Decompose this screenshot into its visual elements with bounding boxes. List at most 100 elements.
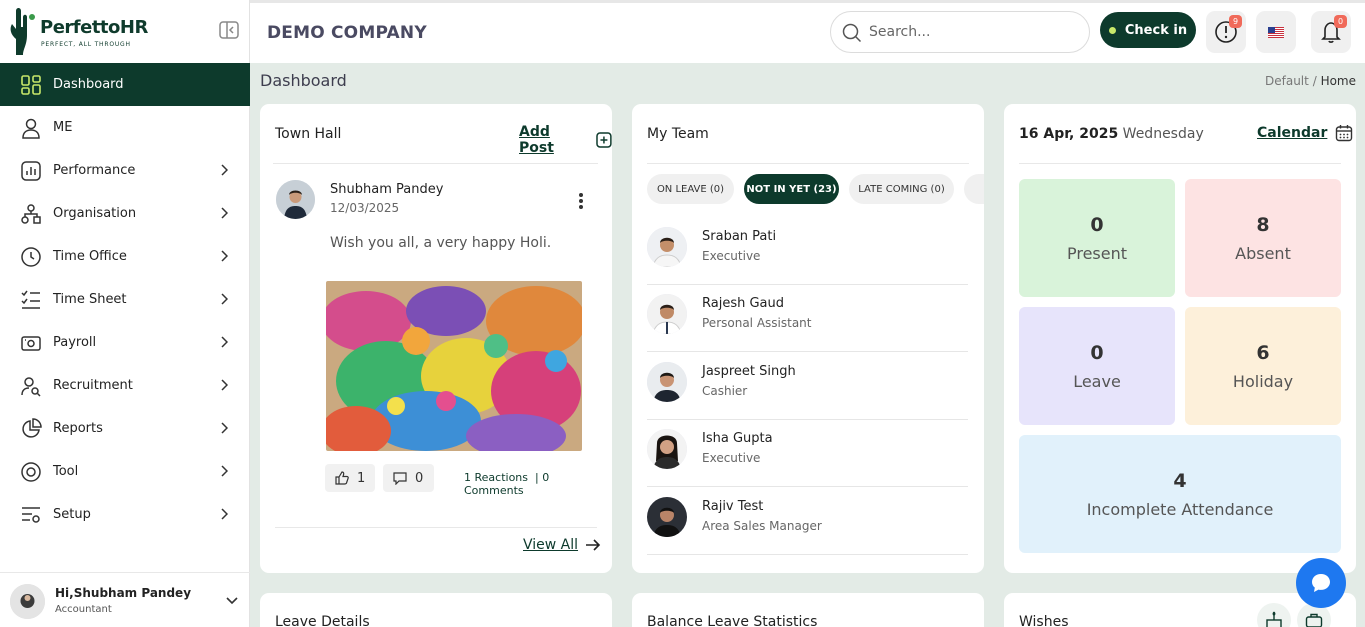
view-all-posts-link[interactable]: View All	[523, 537, 601, 553]
sidebar-collapse-button[interactable]	[219, 21, 239, 39]
team-member[interactable]: Jaspreet Singh Cashier	[647, 353, 968, 420]
tab-more[interactable]	[964, 174, 984, 204]
post-author-name[interactable]: Shubham Pandey	[330, 182, 443, 197]
user-role: Accountant	[55, 604, 112, 615]
member-name: Rajesh Gaud	[702, 296, 784, 311]
leave-label: Leave	[1073, 371, 1121, 391]
cake-icon	[1266, 611, 1282, 627]
absent-tile[interactable]: 8 Absent	[1185, 179, 1341, 297]
breadcrumb-root[interactable]: Default	[1265, 74, 1309, 88]
sidebar-item-label: Organisation	[53, 206, 137, 221]
calendar-link[interactable]: Calendar	[1257, 124, 1353, 142]
top-header: DEMO COMPANY Check in 9 0	[250, 0, 1365, 63]
card-title: Wishes	[1019, 614, 1069, 627]
recruit-icon	[20, 375, 42, 397]
sidebar-item-label: Time Sheet	[53, 292, 127, 307]
absent-count: 8	[1256, 213, 1270, 236]
member-name: Isha Gupta	[702, 431, 773, 446]
post-date: 12/03/2025	[330, 201, 400, 215]
chevron-right-icon	[220, 207, 228, 219]
member-name: Jaspreet Singh	[702, 364, 796, 379]
add-post-button[interactable]: Add Post	[519, 124, 612, 156]
org-icon	[20, 203, 42, 225]
incomplete-count: 4	[1173, 469, 1187, 492]
sidebar-item-label: Performance	[53, 163, 136, 178]
my-team-card: My Team ON LEAVE (0) NOT IN YET (23) LAT…	[632, 104, 984, 573]
chevron-right-icon	[220, 379, 228, 391]
member-role: Area Sales Manager	[702, 519, 822, 533]
reactions-text: 1 Reactions	[464, 471, 529, 484]
search-input[interactable]	[869, 21, 1069, 43]
team-member[interactable]: Rajesh Gaud Personal Assistant	[647, 285, 968, 352]
more-options-button[interactable]	[578, 192, 584, 210]
language-button[interactable]	[1256, 11, 1296, 53]
divider	[1019, 163, 1341, 164]
sidebar-item-setup[interactable]: Setup	[0, 493, 250, 536]
chevron-right-icon	[220, 293, 228, 305]
reactions-summary[interactable]: 1 Reactions | 0 Comments	[464, 471, 612, 497]
alerts-badge: 9	[1229, 15, 1242, 28]
sidebar-item-reports[interactable]: Reports	[0, 407, 250, 450]
sidebar-toggle-icon	[219, 21, 239, 39]
sidebar-nav: Dashboard ME Performance Organisation Ti…	[0, 63, 250, 536]
sidebar-item-time-sheet[interactable]: Time Sheet	[0, 278, 250, 321]
town-hall-card: Town Hall Add Post Shubham Pandey 12/03/…	[260, 104, 612, 573]
tab-late-coming[interactable]: LATE COMING (0)	[849, 174, 954, 204]
card-title: Town Hall	[275, 126, 342, 142]
hand-logo-icon	[10, 8, 35, 55]
user-profile-menu[interactable]: Hi,Shubham Pandey Accountant	[0, 572, 250, 627]
check-in-button[interactable]: Check in	[1100, 12, 1196, 48]
notifications-button[interactable]: 0	[1311, 11, 1351, 53]
divider	[275, 527, 597, 528]
chat-fab-button[interactable]	[1296, 558, 1346, 608]
sidebar-item-dashboard[interactable]: Dashboard	[0, 63, 250, 106]
like-button[interactable]: 1	[325, 464, 376, 492]
sidebar-item-label: Tool	[53, 464, 79, 479]
tab-on-leave[interactable]: ON LEAVE (0)	[647, 174, 734, 204]
clock-icon	[20, 246, 42, 268]
avatar	[647, 294, 687, 334]
sidebar-item-organisation[interactable]: Organisation	[0, 192, 250, 235]
post-image[interactable]	[326, 281, 582, 451]
leave-tile[interactable]: 0 Leave	[1019, 307, 1175, 425]
payroll-icon	[20, 332, 42, 354]
holi-colors-image	[326, 281, 582, 451]
alerts-button[interactable]: 9	[1206, 11, 1246, 53]
sidebar-item-label: Time Office	[53, 249, 127, 264]
plus-box-icon	[596, 132, 612, 148]
sidebar-item-payroll[interactable]: Payroll	[0, 321, 250, 364]
search-box[interactable]	[830, 11, 1090, 53]
holiday-tile[interactable]: 6 Holiday	[1185, 307, 1341, 425]
brand-tagline: PERFECT, ALL THROUGH	[41, 41, 131, 48]
sidebar-item-tool[interactable]: Tool	[0, 450, 250, 493]
sidebar-item-label: Recruitment	[53, 378, 133, 393]
sidebar-item-me[interactable]: ME	[0, 106, 250, 149]
member-role: Cashier	[702, 384, 748, 398]
tab-not-in-yet[interactable]: NOT IN YET (23)	[744, 174, 839, 204]
comment-button[interactable]: 0	[383, 464, 434, 492]
brand-logo[interactable]: PerfettoHR PERFECT, ALL THROUGH	[8, 5, 148, 57]
team-member[interactable]: Isha Gupta Executive	[647, 420, 968, 487]
member-role: Executive	[702, 249, 761, 263]
sidebar-item-time-office[interactable]: Time Office	[0, 235, 250, 278]
breadcrumb-separator: /	[1312, 74, 1317, 88]
weekday: Wednesday	[1122, 126, 1204, 142]
team-member[interactable]: Rajiv Test Area Sales Manager	[647, 488, 968, 555]
member-role: Executive	[702, 451, 761, 465]
calendar-icon	[1336, 125, 1353, 142]
post-text: Wish you all, a very happy Holi.	[330, 235, 552, 251]
comments-count: 0	[415, 470, 424, 486]
card-title: Balance Leave Statistics	[647, 614, 818, 627]
user-name: Hi,Shubham Pandey	[55, 586, 192, 600]
status-dot	[1108, 26, 1116, 34]
chevron-down-icon[interactable]	[226, 597, 238, 605]
breadcrumb-current: Home	[1320, 74, 1356, 88]
post-author-avatar	[276, 180, 315, 219]
present-tile[interactable]: 0 Present	[1019, 179, 1175, 297]
avatar	[647, 429, 687, 469]
sidebar-item-recruitment[interactable]: Recruitment	[0, 364, 250, 407]
incomplete-attendance-tile[interactable]: 4 Incomplete Attendance	[1019, 435, 1341, 553]
team-member[interactable]: Sraban Pati Executive	[647, 218, 968, 285]
absent-label: Absent	[1235, 243, 1291, 263]
sidebar-item-performance[interactable]: Performance	[0, 149, 250, 192]
